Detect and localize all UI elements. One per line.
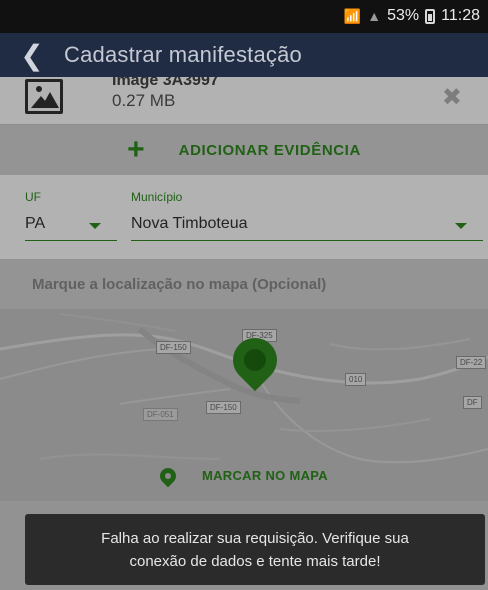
toast-line-1: Falha ao realizar sua requisição. Verifi… [101, 529, 409, 547]
battery-icon [425, 8, 436, 24]
back-arrow-icon[interactable]: ❮ [0, 39, 64, 72]
error-toast: Falha ao realizar sua requisição. Verifi… [25, 514, 485, 585]
status-bar: 📶 ▲ 53% 11:28 [0, 0, 488, 33]
wifi-icon: 📶 [343, 7, 362, 24]
signal-icon: ▲ [367, 8, 382, 24]
main-content: Image 3A3997 0.27 MB ✖ + ADICIONAR EVIDÊ… [0, 77, 488, 590]
battery-percent: 53% [387, 7, 420, 24]
status-indicators: 📶 ▲ 53% 11:28 [344, 7, 480, 25]
page-title: Cadastrar manifestação [64, 42, 302, 67]
toast-line-2: conexão de dados e tente mais tarde! [129, 552, 381, 570]
clock: 11:28 [441, 7, 480, 24]
app-bar: ❮ Cadastrar manifestação [0, 33, 488, 77]
